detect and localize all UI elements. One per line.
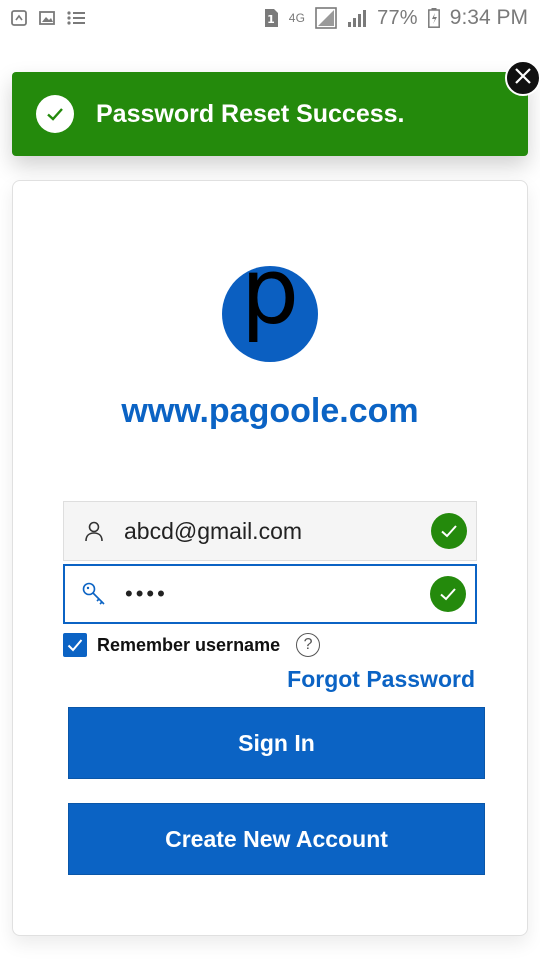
gallery-icon [38,9,56,27]
valid-check-icon [430,576,466,612]
network-label: 4G [288,11,306,25]
close-icon [514,67,532,90]
sim-badge-text: 1 [267,13,275,26]
success-toast: Password Reset Success. [12,72,528,156]
forgot-password-link[interactable]: Forgot Password [287,666,475,693]
clock: 9:34 PM [449,6,528,29]
username-field[interactable] [63,501,477,561]
status-left [10,9,86,27]
close-toast-button[interactable] [505,60,540,96]
remember-checkbox[interactable] [63,633,87,657]
screenshot-icon [10,9,28,27]
key-icon [65,580,125,608]
username-input[interactable] [124,517,431,545]
toast-message: Password Reset Success. [96,99,405,128]
status-right: 1 4G 77% 9:34 PM [263,6,528,30]
help-icon[interactable]: ? [296,633,321,657]
password-input[interactable]: •••• [125,581,430,607]
status-bar: 1 4G 77% 9:34 PM [0,0,540,36]
list-icon [66,9,86,27]
logo-letter: p [240,266,300,345]
sign-in-button[interactable]: Sign In [68,707,485,779]
battery-percent: 77% [377,6,418,29]
logo: p [222,266,318,362]
user-icon [64,520,124,542]
create-account-button[interactable]: Create New Account [68,803,485,875]
battery-icon [427,8,440,28]
data-icon [315,7,337,29]
password-field[interactable]: •••• [63,564,477,624]
site-title: www.pagoole.com [121,392,419,430]
sim-icon: 1 [263,8,279,28]
check-circle-icon [36,95,74,133]
remember-label[interactable]: Remember username [97,635,280,656]
valid-check-icon [431,513,467,549]
signal-icon [347,8,367,28]
checkmark-icon [67,639,83,652]
remember-row: Remember username ? [63,632,321,658]
